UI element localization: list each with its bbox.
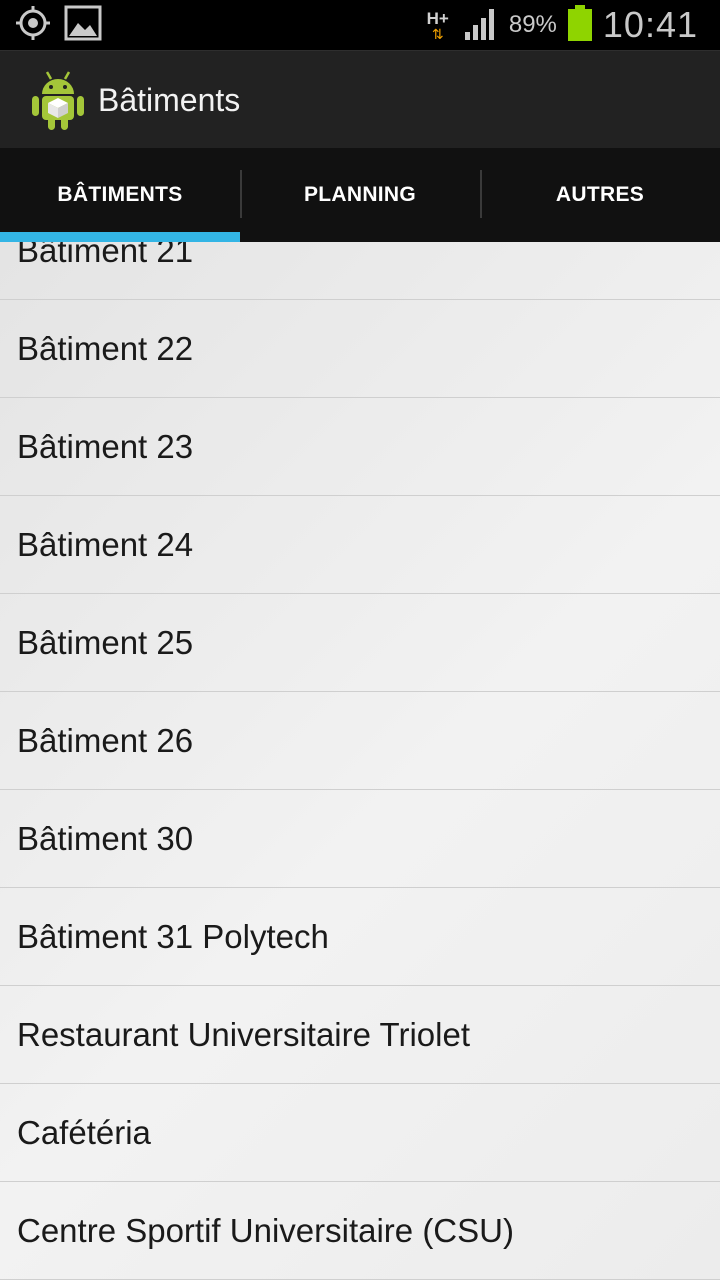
network-type: H+ bbox=[426, 8, 449, 28]
image-notification-icon bbox=[64, 5, 102, 46]
list-item[interactable]: Bâtiment 23 bbox=[0, 398, 720, 496]
data-transfer-icon: H+ ⇅ bbox=[426, 8, 449, 42]
building-list[interactable]: Bâtiment 21 Bâtiment 22 Bâtiment 23 Bâti… bbox=[0, 242, 720, 1280]
action-bar: Bâtiments bbox=[0, 50, 720, 149]
gps-icon bbox=[14, 4, 52, 47]
battery-icon bbox=[567, 4, 593, 47]
tab-label: PLANNING bbox=[303, 183, 417, 206]
android-app-icon[interactable] bbox=[28, 68, 88, 132]
action-bar-title: Bâtiments bbox=[98, 81, 241, 118]
tab-label: BÂTIMENTS bbox=[57, 183, 183, 206]
list-item[interactable]: Bâtiment 25 bbox=[0, 594, 720, 692]
list-item[interactable]: Bâtiment 24 bbox=[0, 496, 720, 594]
tab-planning[interactable]: PLANNING bbox=[240, 148, 480, 242]
list-item[interactable]: Cafétéria bbox=[0, 1084, 720, 1182]
status-bar: H+ ⇅ 89% 10:41 bbox=[0, 0, 720, 50]
signal-icon bbox=[463, 6, 499, 45]
tab-batiments[interactable]: BÂTIMENTS bbox=[0, 148, 240, 242]
list-item[interactable]: Restaurant Universitaire Triolet bbox=[0, 986, 720, 1084]
tab-label: AUTRES bbox=[555, 183, 645, 206]
screen: H+ ⇅ 89% 10:41 Bâtiments BÂTIMENTS PLANN… bbox=[0, 0, 720, 1280]
clock: 10:41 bbox=[602, 4, 698, 45]
list-item[interactable]: Bâtiment 26 bbox=[0, 692, 720, 790]
battery-percent: 89% bbox=[508, 11, 557, 38]
list-item[interactable]: Bâtiment 30 bbox=[0, 790, 720, 888]
list-item[interactable]: Bâtiment 31 Polytech bbox=[0, 888, 720, 986]
list-item[interactable]: Bâtiment 22 bbox=[0, 300, 720, 398]
list-item[interactable]: Centre Sportif Universitaire (CSU) bbox=[0, 1182, 720, 1280]
tab-bar: BÂTIMENTS PLANNING AUTRES bbox=[0, 148, 720, 242]
list-item[interactable]: Bâtiment 21 bbox=[0, 242, 720, 300]
tab-autres[interactable]: AUTRES bbox=[480, 148, 720, 242]
